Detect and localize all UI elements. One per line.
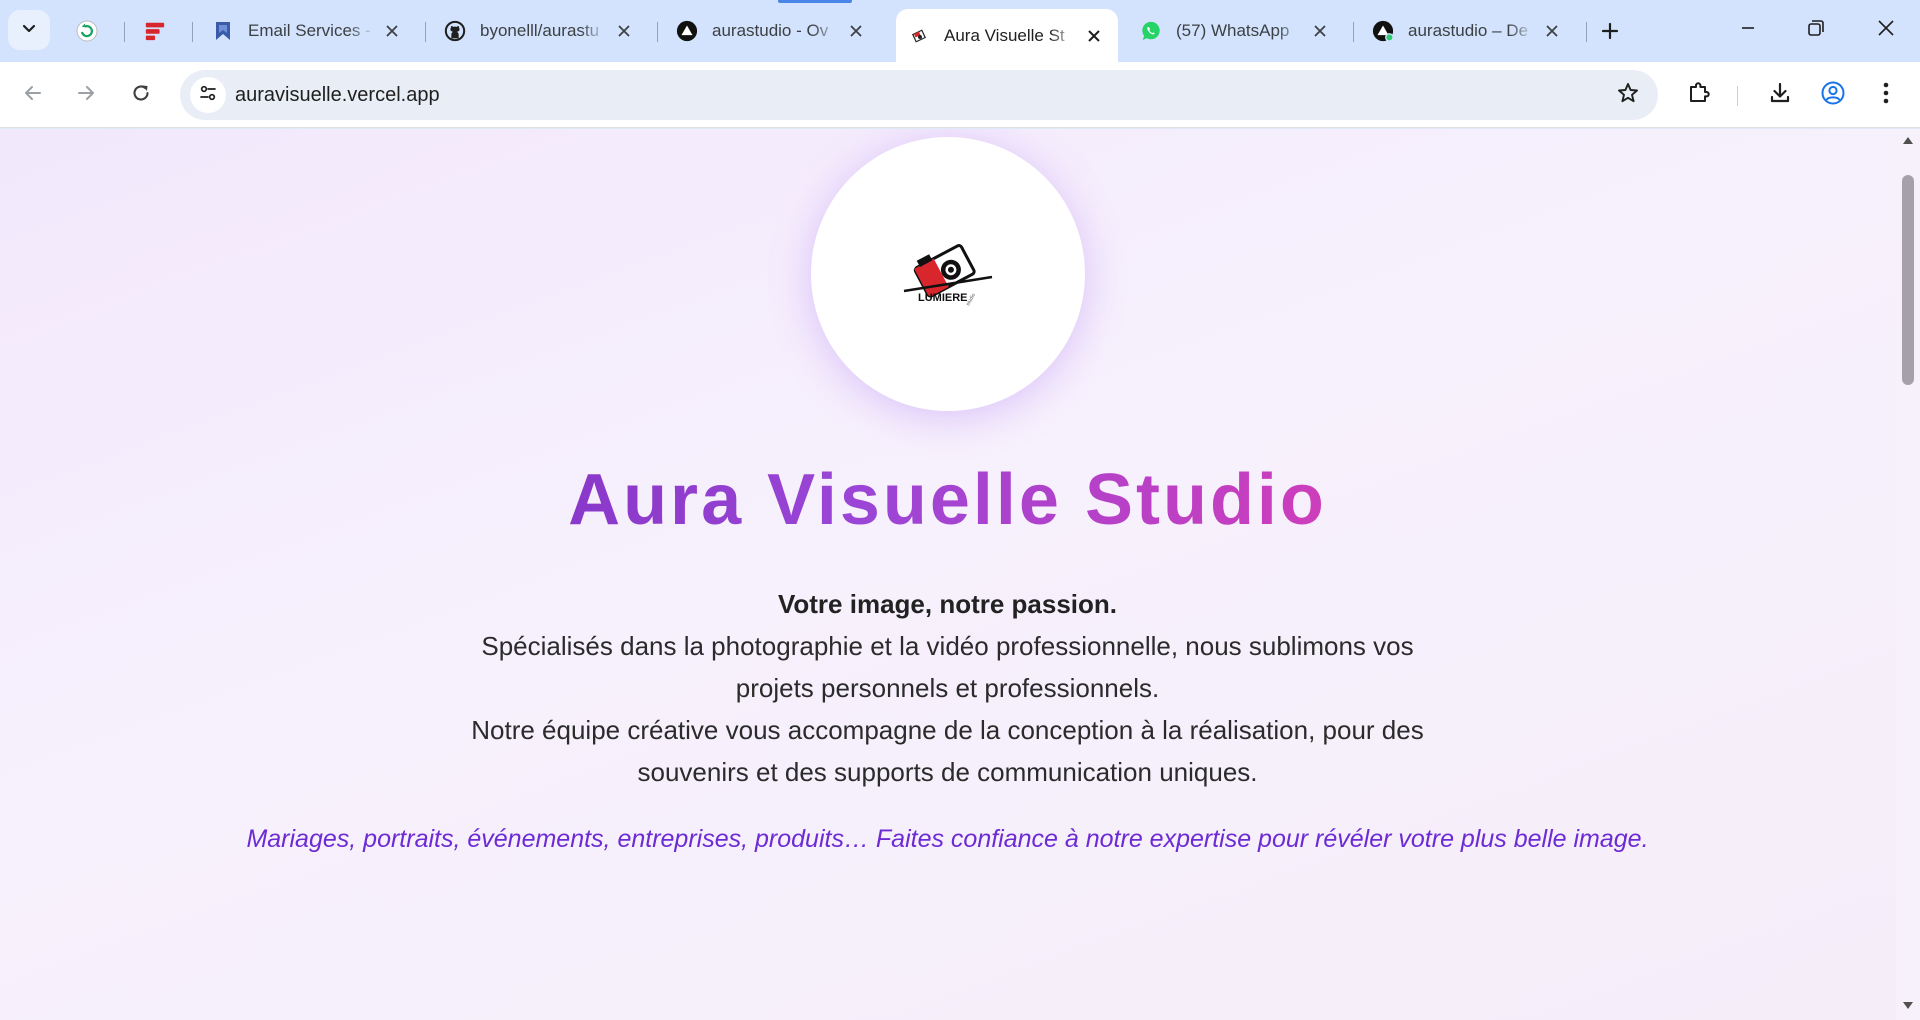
url-text[interactable]: auravisuelle.vercel.app xyxy=(235,84,440,107)
chevron-down-icon xyxy=(20,19,38,42)
page-viewport: LUMIERE studio Aura Visuelle Studio Votr… xyxy=(0,129,1920,1020)
tab-separator xyxy=(124,22,125,42)
refresh-green-icon xyxy=(76,20,98,42)
tab-2[interactable] xyxy=(132,12,188,50)
tab-title: (57) WhatsApp xyxy=(1176,21,1290,40)
reload-icon xyxy=(130,82,152,109)
close-icon xyxy=(1877,19,1895,42)
download-icon xyxy=(1767,80,1793,111)
reload-button[interactable] xyxy=(121,75,161,115)
tab-title: Email Services - xyxy=(248,21,371,40)
tab-title: aurastudio - Ov xyxy=(712,21,829,40)
restore-button[interactable] xyxy=(1786,8,1846,52)
tab-loading-indicator xyxy=(778,0,852,3)
tab-github[interactable]: byonelll/aurastu xyxy=(432,12,648,50)
profile-button[interactable] xyxy=(1813,75,1853,115)
tab-title: aurastudio – De xyxy=(1408,21,1529,40)
vercel-icon xyxy=(1372,20,1394,42)
bookmark-star-button[interactable] xyxy=(1612,79,1644,111)
paragraph-line: Spécialisés dans la photographie et la v… xyxy=(481,631,1414,661)
camera-logo-icon: LUMIERE studio xyxy=(903,244,993,307)
minimize-button[interactable] xyxy=(1718,8,1778,52)
menu-button[interactable] xyxy=(1866,75,1906,115)
tune-icon xyxy=(198,83,218,108)
page-title: Aura Visuelle Studio xyxy=(0,459,1895,541)
bookmark-blue-icon xyxy=(212,20,234,42)
tab-vercel-overview[interactable]: aurastudio - Ov xyxy=(664,12,880,50)
close-icon[interactable] xyxy=(1308,19,1332,43)
plus-icon xyxy=(1600,21,1620,46)
scrollbar-thumb[interactable] xyxy=(1902,175,1914,385)
forward-button[interactable] xyxy=(66,75,106,115)
tagline: Votre image, notre passion. xyxy=(777,589,1118,619)
camera-logo-icon xyxy=(908,25,930,47)
services-line: Mariages, portraits, événements, entrepr… xyxy=(246,825,1649,853)
page-scrollbar[interactable] xyxy=(1896,129,1920,1020)
red-stack-icon xyxy=(144,20,166,42)
tab-separator xyxy=(657,22,658,42)
new-tab-button[interactable] xyxy=(1592,15,1628,51)
tab-separator xyxy=(1586,22,1587,42)
more-vertical-icon xyxy=(1882,81,1890,110)
puzzle-icon xyxy=(1686,80,1712,111)
logo-text: LUMIERE xyxy=(918,292,968,304)
triangle-down-icon xyxy=(1902,998,1914,1016)
arrow-left-icon xyxy=(22,82,44,109)
star-icon xyxy=(1616,81,1640,110)
toolbar-divider xyxy=(1737,86,1738,106)
tab-separator xyxy=(425,22,426,42)
downloads-button[interactable] xyxy=(1760,75,1800,115)
scroll-up-button[interactable] xyxy=(1900,133,1916,149)
minimize-icon xyxy=(1740,20,1756,41)
close-icon[interactable] xyxy=(844,19,868,43)
scroll-down-button[interactable] xyxy=(1900,999,1916,1015)
logo-container: LUMIERE studio xyxy=(811,137,1085,411)
extensions-button[interactable] xyxy=(1679,75,1719,115)
triangle-up-icon xyxy=(1902,132,1914,150)
close-icon[interactable] xyxy=(1082,24,1106,48)
back-button[interactable] xyxy=(13,75,53,115)
tab-email-services[interactable]: Email Services - xyxy=(200,12,416,50)
close-window-button[interactable] xyxy=(1856,8,1916,52)
site-info-button[interactable] xyxy=(190,77,226,113)
vercel-icon xyxy=(676,20,698,42)
account-circle-icon xyxy=(1820,80,1846,111)
close-icon[interactable] xyxy=(1540,19,1564,43)
hero-description: Votre image, notre passion. Spécialisés … xyxy=(420,583,1475,793)
browser-toolbar: auravisuelle.vercel.app xyxy=(0,62,1920,128)
tab-separator xyxy=(1353,22,1354,42)
arrow-right-icon xyxy=(75,82,97,109)
address-bar[interactable]: auravisuelle.vercel.app xyxy=(180,70,1658,120)
tab-search-button[interactable] xyxy=(8,10,50,50)
paragraph-line: Notre équipe créative vous accompagne de… xyxy=(471,715,1424,745)
paragraph-line: souvenirs et des supports de communicati… xyxy=(637,757,1258,787)
whatsapp-icon xyxy=(1140,20,1162,42)
tab-whatsapp[interactable]: (57) WhatsApp xyxy=(1128,12,1344,50)
tab-separator xyxy=(192,22,193,42)
close-icon[interactable] xyxy=(612,19,636,43)
restore-icon xyxy=(1807,19,1825,42)
tab-strip: Email Services - byonelll/aurastu aurast… xyxy=(0,0,1920,62)
tab-title: Aura Visuelle St xyxy=(944,25,1065,45)
paragraph-line: projets personnels et professionnels. xyxy=(735,673,1160,703)
close-icon[interactable] xyxy=(380,19,404,43)
tab-aura-visuelle-active[interactable]: Aura Visuelle St xyxy=(896,9,1118,62)
tab-1[interactable] xyxy=(64,12,120,50)
tab-vercel-deployments[interactable]: aurastudio – De xyxy=(1360,12,1576,50)
github-icon xyxy=(444,20,466,42)
tab-title: byonelll/aurastu xyxy=(480,21,600,40)
